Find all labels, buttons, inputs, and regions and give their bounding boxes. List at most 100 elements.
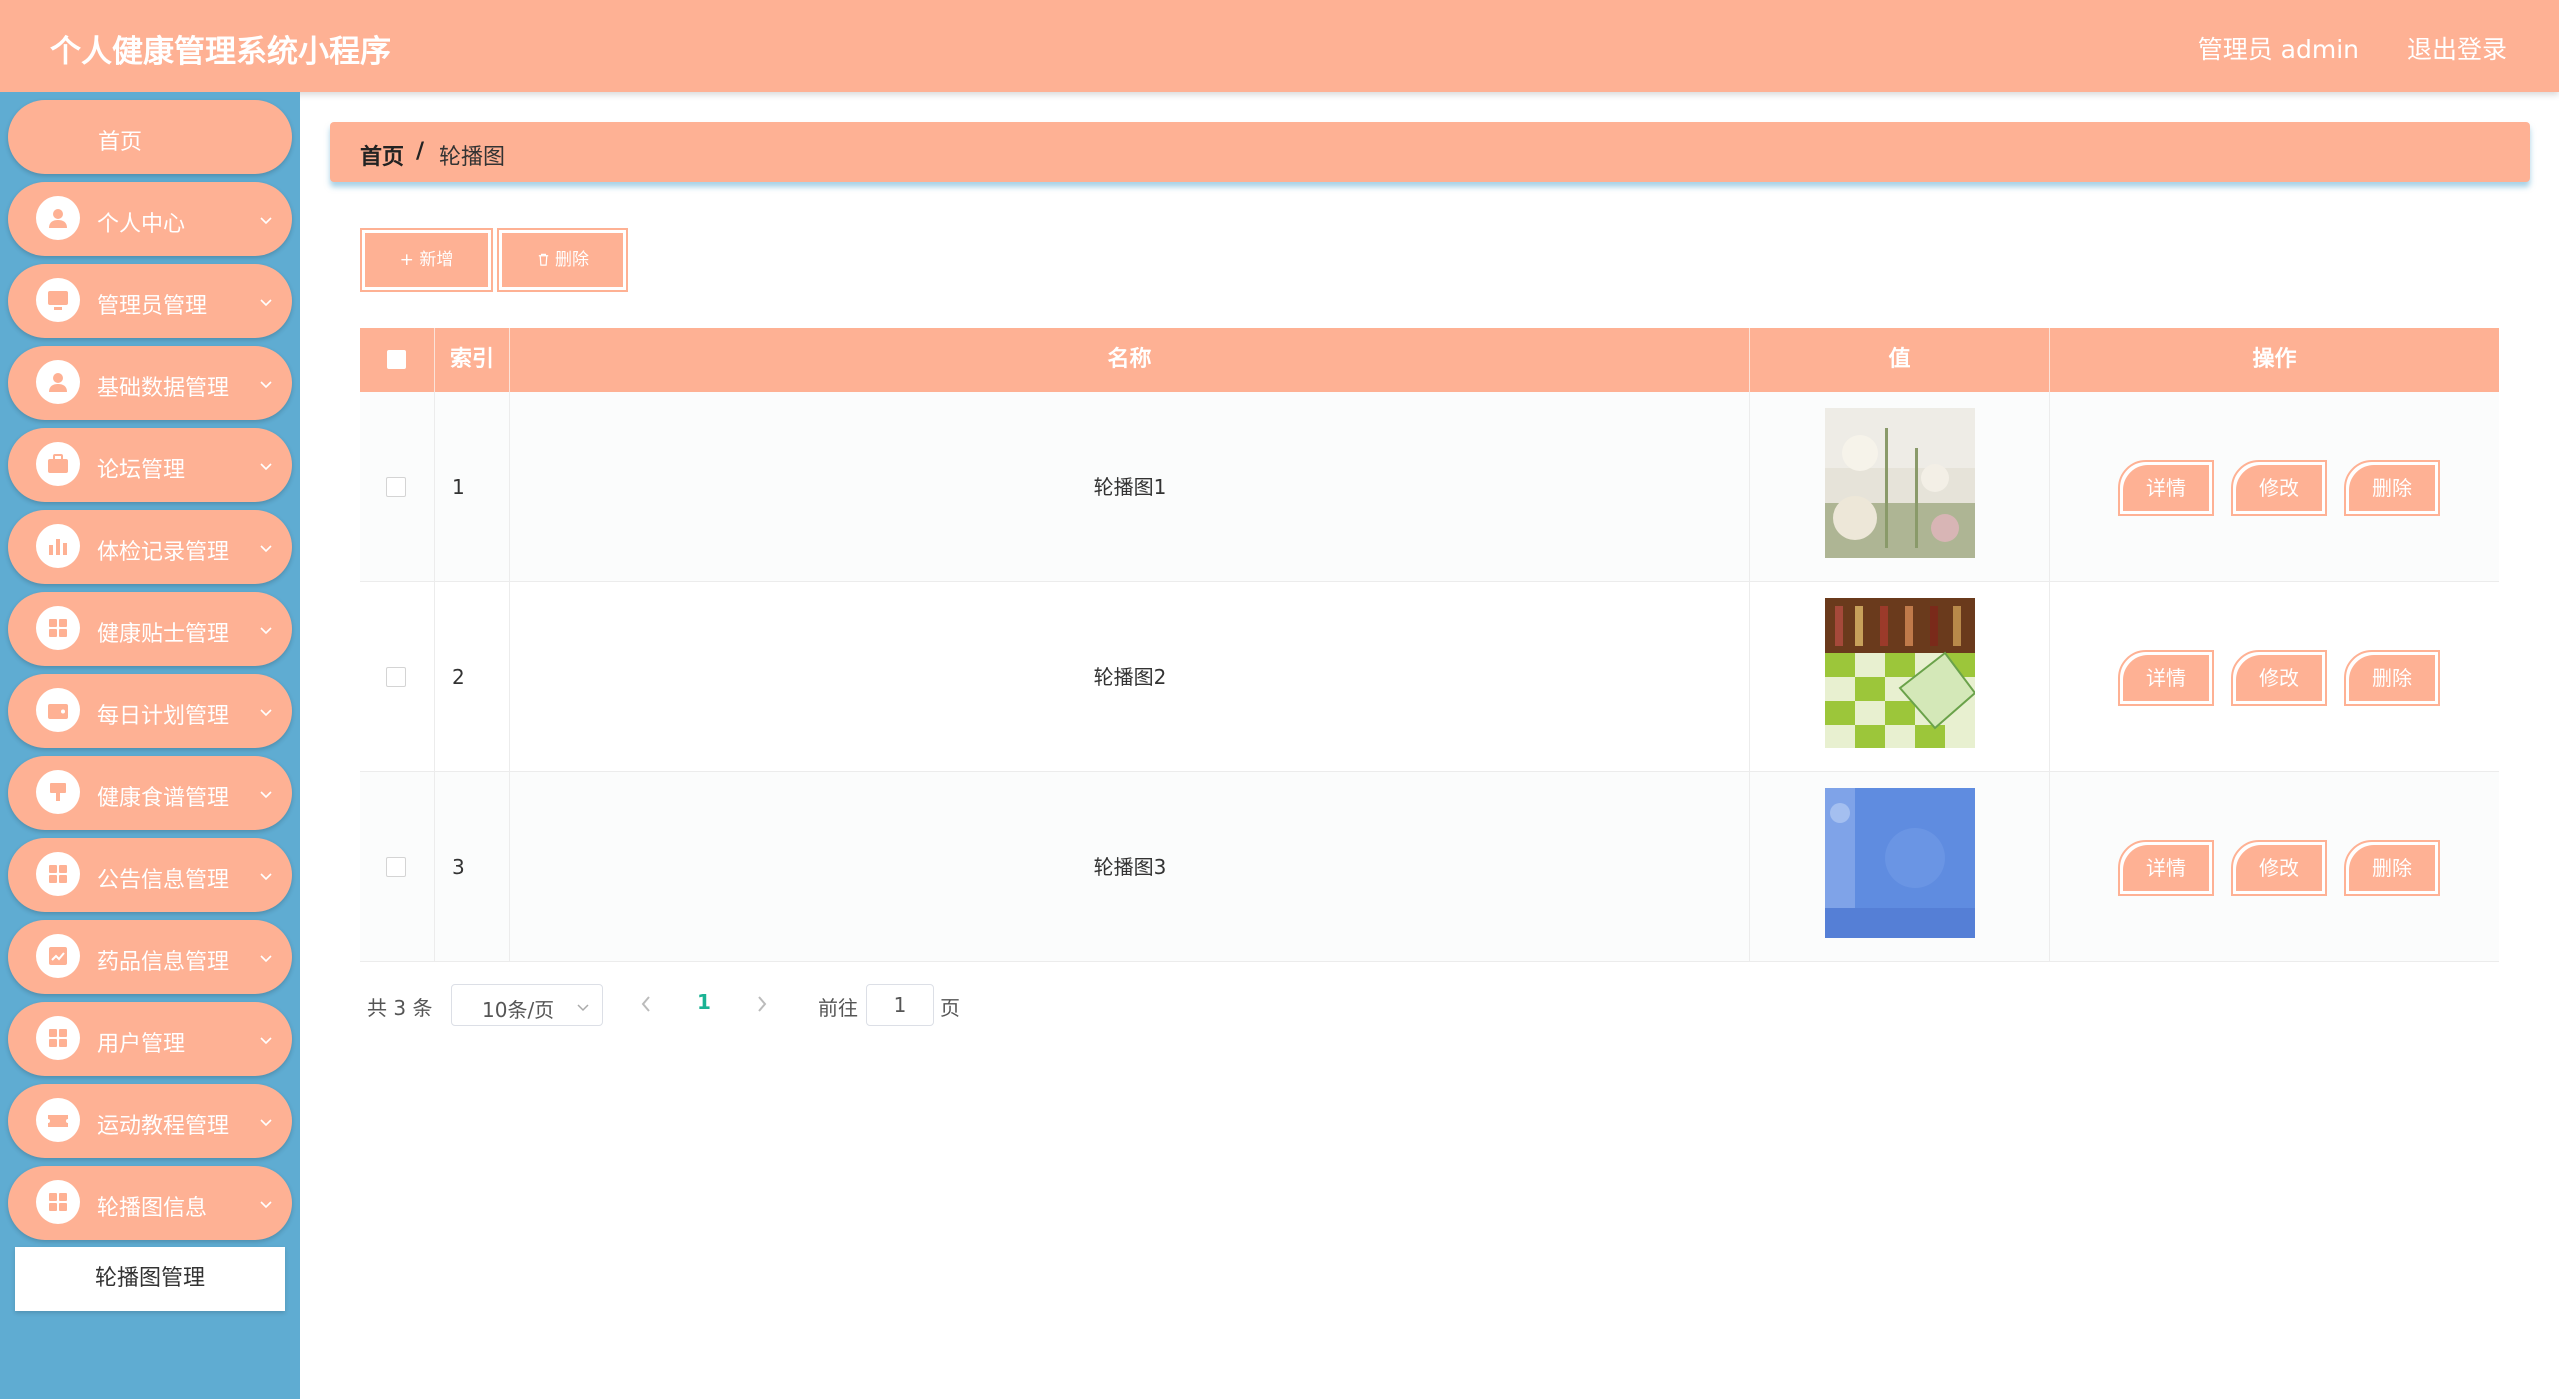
- table-row: 1 轮播图1 详情 修改 删除: [360, 392, 2499, 582]
- sidebar-item-carousel[interactable]: 轮播图信息: [8, 1166, 292, 1240]
- sidebar-item-label: 药品信息管理: [97, 950, 230, 975]
- page-number-current[interactable]: 1: [697, 990, 711, 1014]
- bar-chart-icon: [36, 524, 80, 568]
- sidebar-item-label: 管理员管理: [97, 294, 208, 319]
- sidebar-item-label: 首页: [98, 130, 143, 155]
- wallet-icon: [36, 688, 80, 732]
- sidebar-item-health-tips[interactable]: 健康贴士管理: [8, 592, 292, 666]
- row-checkbox[interactable]: [386, 857, 406, 877]
- row-index: 3: [452, 855, 465, 879]
- chevron-down-icon: [260, 1201, 272, 1209]
- submenu-label: 轮播图管理: [94, 1266, 205, 1291]
- add-button-label: + 新增: [365, 233, 488, 287]
- chevron-down-icon: [260, 463, 272, 471]
- select-all-checkbox[interactable]: [387, 350, 406, 369]
- checkered-cloth-photo[interactable]: [1825, 598, 1975, 748]
- chevron-down-icon: [260, 1119, 272, 1127]
- chevron-down-icon: [260, 627, 272, 635]
- edit-button[interactable]: 修改: [2231, 650, 2327, 706]
- chevron-down-icon: [260, 709, 272, 717]
- chevron-down-icon: [260, 791, 272, 799]
- app-title: 个人健康管理系统小程序: [50, 34, 391, 70]
- sidebar-item-notices[interactable]: 公告信息管理: [8, 838, 292, 912]
- prev-page-button[interactable]: [636, 992, 656, 1016]
- pagination-total: 共 3 条: [367, 996, 433, 1020]
- delete-button[interactable]: 删除: [2344, 460, 2440, 516]
- goto-label: 前往: [818, 996, 858, 1020]
- detail-button[interactable]: 详情: [2118, 460, 2214, 516]
- table-header: 索引 名称 值 操作: [360, 328, 2499, 392]
- delete-button[interactable]: 删除: [2344, 840, 2440, 896]
- breadcrumb: 首页 / 轮播图: [330, 122, 2530, 182]
- edit-label: 修改: [2236, 845, 2322, 891]
- briefcase-icon: [36, 442, 80, 486]
- page-size-select[interactable]: 10条/页: [451, 984, 603, 1026]
- sidebar-item-label: 运动教程管理: [97, 1114, 230, 1139]
- batch-delete-label: 删除: [502, 233, 623, 287]
- edit-button[interactable]: 修改: [2231, 460, 2327, 516]
- table-row: 2 轮播图2 详情 修改 删除: [360, 582, 2499, 772]
- row-checkbox[interactable]: [386, 667, 406, 687]
- row-name: 轮播图1: [1093, 475, 1167, 499]
- sidebar-item-personal-center[interactable]: 个人中心: [8, 182, 292, 256]
- grid-icon: [36, 606, 80, 650]
- logout-link[interactable]: 退出登录: [2407, 30, 2507, 66]
- row-checkbox[interactable]: [386, 477, 406, 497]
- sidebar-item-label: 用户管理: [97, 1032, 186, 1057]
- ticket-icon: [36, 1098, 80, 1142]
- user-icon: [36, 360, 80, 404]
- delete-button[interactable]: 删除: [2344, 650, 2440, 706]
- breadcrumb-home[interactable]: 首页: [360, 139, 404, 171]
- sidebar-item-label: 基础数据管理: [97, 376, 230, 401]
- sidebar-item-exercise[interactable]: 运动教程管理: [8, 1084, 292, 1158]
- chevron-down-icon: [260, 381, 272, 389]
- flowers-photo[interactable]: [1825, 408, 1975, 558]
- trash-icon: [538, 253, 549, 266]
- chevron-down-icon: [260, 1037, 272, 1045]
- detail-button[interactable]: 详情: [2118, 840, 2214, 896]
- trend-icon: [36, 934, 80, 978]
- sidebar-item-daily-plan[interactable]: 每日计划管理: [8, 674, 292, 748]
- grid-icon: [36, 852, 80, 896]
- detail-label: 详情: [2123, 655, 2209, 701]
- sidebar-item-label: 健康食谱管理: [97, 786, 230, 811]
- next-page-button[interactable]: [752, 992, 772, 1016]
- sidebar-subitem-carousel-management[interactable]: 轮播图管理: [15, 1247, 285, 1311]
- header-actions: 操作: [2252, 347, 2297, 372]
- sidebar: 首页 个人中心 管理员管理 基础数据管理 论坛管理 体检记录管理 健康贴士管理 …: [0, 92, 300, 1399]
- sidebar-item-basic-data[interactable]: 基础数据管理: [8, 346, 292, 420]
- sidebar-item-label: 论坛管理: [97, 458, 186, 483]
- sidebar-item-forum[interactable]: 论坛管理: [8, 428, 292, 502]
- header-name: 名称: [510, 328, 1750, 392]
- grid-icon: [36, 1016, 80, 1060]
- sidebar-item-recipes[interactable]: 健康食谱管理: [8, 756, 292, 830]
- sidebar-item-label: 每日计划管理: [97, 704, 230, 729]
- sidebar-item-label: 健康贴士管理: [97, 622, 230, 647]
- chevron-down-icon: [260, 217, 272, 225]
- header-value: 值: [1750, 328, 2050, 392]
- batch-delete-button[interactable]: 删除: [497, 228, 628, 292]
- delete-label: 删除: [2349, 845, 2435, 891]
- sidebar-item-admin[interactable]: 管理员管理: [8, 264, 292, 338]
- detail-label: 详情: [2123, 465, 2209, 511]
- goto-page-input[interactable]: [866, 984, 934, 1026]
- header-index: 索引: [435, 328, 510, 392]
- breadcrumb-separator: /: [416, 139, 425, 164]
- header-select-all-cell: [360, 328, 435, 392]
- edit-label: 修改: [2236, 465, 2322, 511]
- detail-button[interactable]: 详情: [2118, 650, 2214, 706]
- blue-texture-photo[interactable]: [1825, 788, 1975, 938]
- breadcrumb-current: 轮播图: [439, 145, 506, 170]
- chevron-down-icon: [260, 955, 272, 963]
- sidebar-item-home[interactable]: 首页: [8, 100, 292, 174]
- add-button[interactable]: + 新增: [360, 228, 493, 292]
- sidebar-item-label: 个人中心: [97, 212, 186, 237]
- sidebar-item-medicine[interactable]: 药品信息管理: [8, 920, 292, 994]
- chevron-down-icon: [260, 873, 272, 881]
- current-user: 管理员 admin: [2197, 35, 2359, 64]
- delete-label: 删除: [2349, 465, 2435, 511]
- edit-button[interactable]: 修改: [2231, 840, 2327, 896]
- sidebar-item-users[interactable]: 用户管理: [8, 1002, 292, 1076]
- sidebar-item-checkup[interactable]: 体检记录管理: [8, 510, 292, 584]
- row-name: 轮播图2: [1093, 665, 1167, 689]
